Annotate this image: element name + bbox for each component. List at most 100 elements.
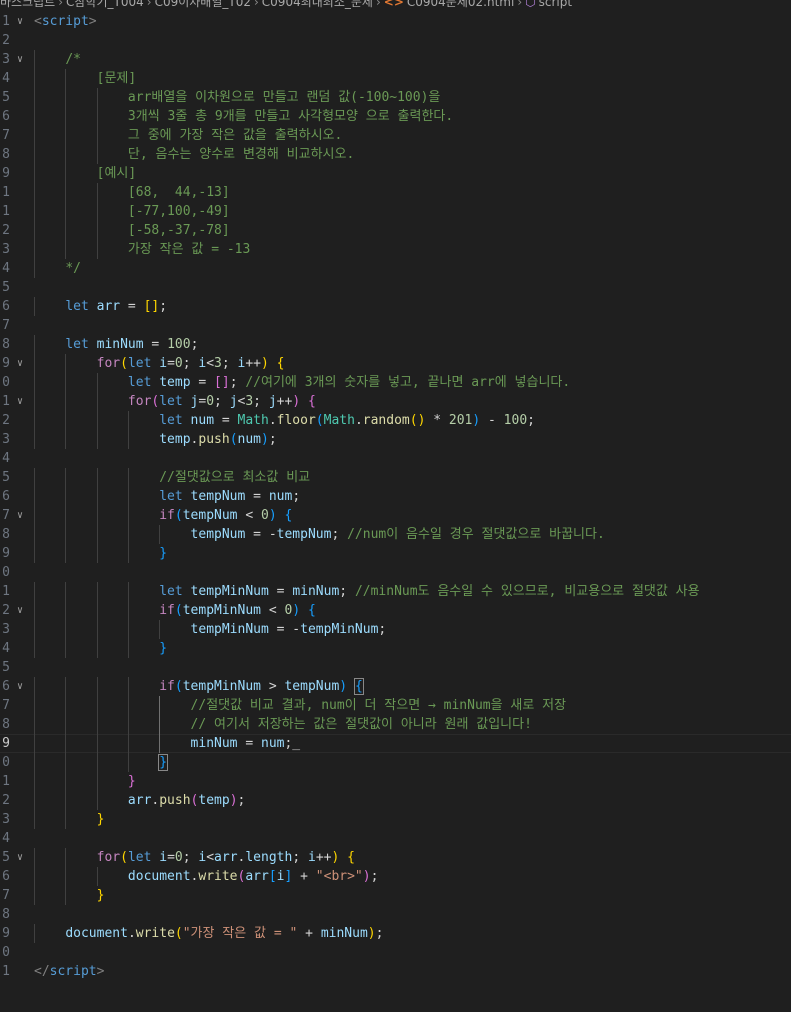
code-line[interactable]: 7 } bbox=[0, 886, 791, 905]
code-line[interactable]: 2 [-58,-37,-78] bbox=[0, 221, 791, 240]
fold-chevron-icon[interactable]: ∨ bbox=[17, 50, 27, 69]
code-line[interactable]: 3 ∨ /* bbox=[0, 50, 791, 69]
code-line[interactable]: 9 [예시] bbox=[0, 164, 791, 183]
code-text: let arr = []; bbox=[34, 297, 167, 316]
code-line[interactable]: 2 let num = Math.floor(Math.random() * 2… bbox=[0, 411, 791, 430]
code-line[interactable]: 7 //절댓값 비교 결과, num이 더 작으면 → minNum을 새로 저… bbox=[0, 696, 791, 715]
code-line[interactable]: 9 ∨ for(let i=0; i<3; i++) { bbox=[0, 354, 791, 373]
code-line[interactable]: 6 3개씩 3줄 총 9개를 만들고 사각형모양 으로 출력한다. bbox=[0, 107, 791, 126]
code-token: < bbox=[206, 356, 215, 371]
breadcrumb-item-0[interactable]: 바스크립트 bbox=[0, 0, 55, 9]
code-text: */ bbox=[34, 259, 81, 278]
code-line[interactable]: 7 bbox=[0, 316, 791, 335]
fold-chevron-icon[interactable]: ∨ bbox=[17, 392, 27, 411]
code-line[interactable]: 1 ∨ <script> bbox=[0, 12, 791, 31]
code-line[interactable]: 6 let arr = []; bbox=[0, 297, 791, 316]
code-text: 가장 작은 값 = -13 bbox=[34, 240, 250, 259]
code-line[interactable]: 6 ∨ if(tempMinNum > tempNum) { bbox=[0, 677, 791, 696]
code-line[interactable]: 5 ∨ for(let i=0; i<arr.length; i++) { bbox=[0, 848, 791, 867]
code-line[interactable]: 8 tempNum = -tempNum; //num이 음수일 경우 절댓값으… bbox=[0, 525, 791, 544]
code-token: 0 bbox=[261, 508, 269, 523]
code-line[interactable]: 5 bbox=[0, 278, 791, 297]
code-line[interactable]: 8 let minNum = 100; bbox=[0, 335, 791, 354]
breadcrumb-file[interactable]: C0904문제02.html bbox=[407, 0, 514, 9]
fold-chevron-icon[interactable]: ∨ bbox=[17, 506, 27, 525]
line-number: 2 bbox=[2, 223, 10, 238]
code-line[interactable]: 3 tempMinNum = -tempMinNum; bbox=[0, 620, 791, 639]
fold-chevron-icon[interactable]: ∨ bbox=[17, 601, 27, 620]
code-token: j bbox=[268, 394, 277, 409]
code-line[interactable]: 0 bbox=[0, 563, 791, 582]
line-number: 1 bbox=[2, 14, 10, 29]
code-token: num bbox=[237, 432, 261, 447]
code-line[interactable]: 3 가장 작은 값 = -13 bbox=[0, 240, 791, 259]
code-token: tempNum bbox=[276, 527, 332, 542]
code-token: // 여기서 저장하는 값은 절댓값이 아니라 원래 값입니다! bbox=[190, 717, 532, 732]
code-line[interactable]: 0 bbox=[0, 943, 791, 962]
code-line[interactable]: 8 bbox=[0, 905, 791, 924]
code-token: push bbox=[198, 432, 230, 447]
breadcrumb-item-2[interactable]: C09이차배열_T02 bbox=[155, 0, 251, 9]
code-line[interactable]: 4 */ bbox=[0, 259, 791, 278]
code-token: 그 중에 가장 작은 값을 출력하시오. bbox=[127, 128, 343, 143]
breadcrumb-item-3[interactable]: C0904최내최소_문제 bbox=[262, 0, 373, 9]
code-line[interactable]: 0 } bbox=[0, 753, 791, 772]
code-line[interactable]: 1 [-77,100,-49] bbox=[0, 202, 791, 221]
code-line[interactable]: 3 } bbox=[0, 810, 791, 829]
code-token: ( bbox=[229, 432, 238, 447]
code-line[interactable]: 4 bbox=[0, 449, 791, 468]
code-line[interactable]: 4 } bbox=[0, 639, 791, 658]
code-token: ; bbox=[182, 850, 199, 865]
code-line[interactable]: 2 bbox=[0, 31, 791, 50]
code-token: ) bbox=[292, 394, 301, 409]
code-line[interactable]: 9 document.write("가장 작은 값 = " + minNum); bbox=[0, 924, 791, 943]
fold-chevron-icon[interactable]: ∨ bbox=[17, 848, 27, 867]
code-line[interactable]: 7 그 중에 가장 작은 값을 출력하시오. bbox=[0, 126, 791, 145]
code-line[interactable]: 1 [68, 44,-13] bbox=[0, 183, 791, 202]
code-line[interactable]: 1 let tempMinNum = minNum; //minNum도 음수일… bbox=[0, 582, 791, 601]
fold-chevron-icon[interactable]: ∨ bbox=[17, 677, 27, 696]
code-line[interactable]: 8 // 여기서 저장하는 값은 절댓값이 아니라 원래 값입니다! bbox=[0, 715, 791, 734]
symbol-cube-icon: ⬡ bbox=[525, 0, 536, 9]
code-editor[interactable]: 1 ∨ <script> 2 3 ∨ /* 4 [문제] 5 arr배열을 이차원으로 만들고… bbox=[0, 12, 791, 981]
fold-chevron-icon[interactable]: ∨ bbox=[17, 354, 27, 373]
code-line[interactable]: 9 } bbox=[0, 544, 791, 563]
code-line[interactable]: 6 document.write(arr[i] + "<br>"); bbox=[0, 867, 791, 886]
code-line[interactable]: 5 bbox=[0, 658, 791, 677]
code-line-current[interactable]: 9 minNum = num;_ bbox=[0, 734, 791, 753]
fold-chevron-icon[interactable]: ∨ bbox=[17, 12, 27, 31]
code-token: = - bbox=[268, 622, 301, 637]
line-number: 2 bbox=[2, 33, 10, 48]
code-line[interactable]: 1 ∨ for(let j=0; j<3; j++) { bbox=[0, 392, 791, 411]
code-line[interactable]: 7 ∨ if(tempNum < 0) { bbox=[0, 506, 791, 525]
code-text: [문제] bbox=[34, 69, 137, 88]
code-line[interactable]: 1 } bbox=[0, 772, 791, 791]
code-line[interactable]: 2 ∨ if(tempMinNum < 0) { bbox=[0, 601, 791, 620]
code-line[interactable]: 5 arr배열을 이차원으로 만들고 랜덤 값(-100~100)을 bbox=[0, 88, 791, 107]
code-line[interactable]: 3 temp.push(num); bbox=[0, 430, 791, 449]
code-token: arr bbox=[96, 299, 121, 314]
code-line[interactable]: 0 let temp = []; //여기에 3개의 숫자를 넣고, 끝나면 a… bbox=[0, 373, 791, 392]
line-number: 3 bbox=[2, 622, 10, 637]
breadcrumb-item-1[interactable]: C참학기_T004 bbox=[66, 0, 144, 9]
code-line[interactable]: 1 </script> bbox=[0, 962, 791, 981]
breadcrumb-symbol[interactable]: script bbox=[539, 0, 572, 9]
code-line[interactable]: 4 bbox=[0, 829, 791, 848]
code-text: <script> bbox=[34, 12, 97, 31]
code-line[interactable]: 6 let tempNum = num; bbox=[0, 487, 791, 506]
code-line[interactable]: 4 [문제] bbox=[0, 69, 791, 88]
code-text: } bbox=[34, 544, 167, 563]
code-text: if(tempMinNum > tempNum) { bbox=[34, 677, 364, 696]
code-token: ; bbox=[253, 394, 269, 409]
code-line[interactable]: 5 //절댓값으로 최소값 비교 bbox=[0, 468, 791, 487]
code-line[interactable]: 2 arr.push(temp); bbox=[0, 791, 791, 810]
code-line[interactable]: 8 단, 음수는 양수로 변경해 비교하시오. bbox=[0, 145, 791, 164]
